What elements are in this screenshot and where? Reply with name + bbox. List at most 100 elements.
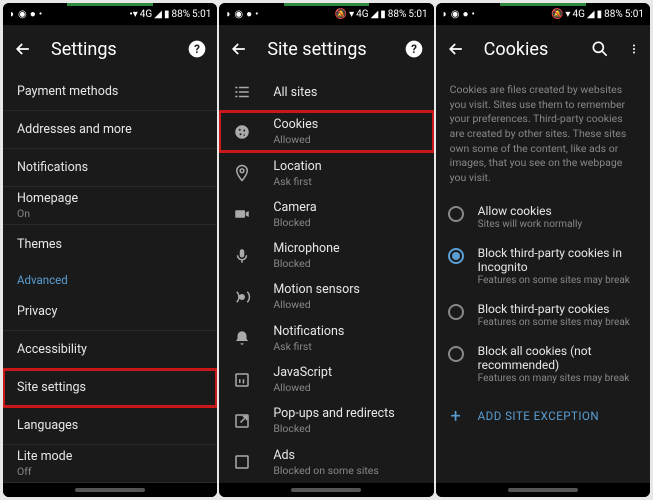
battery-pct: 88%: [171, 9, 190, 20]
wifi-icon: ▾: [349, 9, 354, 20]
settings-screen: ◗ ◉ ● • •▾ 4G ◢ ▮ 88% 5:01 Settings ? Pa…: [3, 3, 217, 497]
sync-icon: ◉: [18, 9, 27, 20]
site-settings-screen: ◗ ◉ ● • 🔕 ▾ 4G ◢ ▮ 88% 5:01 Site setting…: [219, 3, 433, 497]
status-bar: ◗ ◉ ● • 🔕 ▾ 4G ◢ ▮ 88% 5:01: [219, 3, 433, 25]
dot-icon: •: [39, 9, 42, 20]
camera-row[interactable]: CameraBlocked: [219, 194, 433, 235]
radio-icon: [448, 346, 464, 362]
signal-label: 4G: [356, 9, 368, 20]
addresses-row[interactable]: Addresses and more: [3, 111, 217, 149]
location-icon: [233, 164, 251, 182]
microphone-row[interactable]: MicrophoneBlocked: [219, 235, 433, 276]
site-settings-row[interactable]: Site settings: [3, 369, 217, 407]
search-icon[interactable]: [590, 39, 610, 59]
back-icon[interactable]: [446, 39, 466, 59]
silent-icon: 🔕: [551, 9, 563, 20]
cookie-icon: [233, 123, 251, 141]
motion-icon: [233, 288, 251, 306]
mic-icon: [233, 247, 251, 265]
option-block-all[interactable]: Block all cookies (not recommended)Featu…: [436, 336, 650, 392]
chat-icon: ●: [246, 9, 252, 20]
silent-icon: 🔕: [335, 9, 347, 20]
option-block-incognito[interactable]: Block third-party cookies in IncognitoFe…: [436, 238, 650, 294]
plus-icon: +: [448, 406, 464, 427]
accessibility-row[interactable]: Accessibility: [3, 331, 217, 369]
sync-icon: ◉: [234, 9, 243, 20]
motion-row[interactable]: Motion sensorsAllowed: [219, 276, 433, 317]
back-icon[interactable]: [13, 39, 33, 59]
advanced-section[interactable]: Advanced: [3, 263, 217, 293]
javascript-row[interactable]: JavaScriptAllowed: [219, 359, 433, 400]
nav-bar: [219, 483, 433, 497]
cookies-screen: ◗ ◉ ● • 🔕 ▾ 4G ◢ ▮ 88% 5:01 Cookies Cook…: [436, 3, 650, 497]
chat-icon: ●: [462, 9, 468, 20]
themes-row[interactable]: Themes: [3, 225, 217, 263]
camera-icon: [233, 205, 251, 223]
back-icon[interactable]: [229, 39, 249, 59]
cookies-description: Cookies are files created by websites yo…: [436, 73, 650, 196]
signal-icon: ◢: [371, 9, 379, 20]
signal-label: 4G: [140, 9, 152, 20]
popups-row[interactable]: Pop-ups and redirectsBlocked: [219, 400, 433, 441]
header: Settings ?: [3, 25, 217, 73]
chat-icon: ●: [30, 9, 36, 20]
clock: 5:01: [192, 9, 211, 20]
moon-icon: ◗: [9, 9, 15, 20]
nav-pill[interactable]: [291, 488, 361, 492]
moon-icon: ◗: [225, 9, 231, 20]
list-icon: [233, 83, 251, 101]
nav-pill[interactable]: [75, 488, 145, 492]
homepage-row[interactable]: HomepageOn: [3, 187, 217, 225]
dot-icon: •: [471, 9, 474, 20]
all-sites-row[interactable]: All sites: [219, 73, 433, 111]
nav-bar: [3, 483, 217, 497]
lite-mode-row[interactable]: Lite modeOff: [3, 445, 217, 483]
page-title: Settings: [51, 39, 169, 60]
battery-pct: 88%: [604, 9, 623, 20]
signal-icon: ◢: [587, 9, 595, 20]
sync-icon: ◉: [451, 9, 460, 20]
help-icon[interactable]: ?: [187, 39, 207, 59]
notifications-row[interactable]: NotificationsAsk first: [219, 318, 433, 359]
radio-icon: [448, 206, 464, 222]
option-allow-cookies[interactable]: Allow cookiesSites will work normally: [436, 196, 650, 238]
signal-icon: ◢: [154, 9, 162, 20]
settings-list: Payment methods Addresses and more Notif…: [3, 73, 217, 483]
status-bar: ◗ ◉ ● • 🔕 ▾ 4G ◢ ▮ 88% 5:01: [436, 3, 650, 25]
signal-label: 4G: [572, 9, 584, 20]
radio-icon: [448, 248, 464, 264]
radio-icon: [448, 304, 464, 320]
privacy-row[interactable]: Privacy: [3, 293, 217, 331]
bell-icon: [233, 329, 251, 347]
page-title: Site settings: [267, 39, 385, 60]
cookies-content: Cookies are files created by websites yo…: [436, 73, 650, 483]
popup-icon: [233, 412, 251, 430]
nav-pill[interactable]: [508, 488, 578, 492]
ads-icon: [233, 453, 251, 471]
notifications-row[interactable]: Notifications: [3, 149, 217, 187]
header: Site settings ?: [219, 25, 433, 73]
wifi-icon: ▾: [565, 9, 570, 20]
svg-text:?: ?: [411, 42, 417, 56]
battery-icon: ▮: [380, 9, 386, 20]
location-row[interactable]: LocationAsk first: [219, 152, 433, 193]
battery-pct: 88%: [388, 9, 407, 20]
ads-row[interactable]: AdsBlocked on some sites: [219, 442, 433, 483]
header: Cookies: [436, 25, 650, 73]
overflow-icon[interactable]: [628, 39, 640, 59]
page-title: Cookies: [484, 39, 572, 60]
add-site-exception[interactable]: + ADD SITE EXCEPTION: [436, 392, 650, 441]
battery-icon: ▮: [597, 9, 603, 20]
option-block-third-party[interactable]: Block third-party cookiesFeatures on som…: [436, 294, 650, 336]
payment-methods-row[interactable]: Payment methods: [3, 73, 217, 111]
battery-icon: ▮: [164, 9, 170, 20]
clock: 5:01: [625, 9, 644, 20]
status-bar: ◗ ◉ ● • •▾ 4G ◢ ▮ 88% 5:01: [3, 3, 217, 25]
js-icon: [233, 371, 251, 389]
cookies-row[interactable]: CookiesAllowed: [219, 111, 433, 152]
nav-bar: [436, 483, 650, 497]
help-icon[interactable]: ?: [404, 39, 424, 59]
moon-icon: ◗: [442, 9, 448, 20]
languages-row[interactable]: Languages: [3, 407, 217, 445]
wifi-icon: •▾: [129, 9, 137, 20]
